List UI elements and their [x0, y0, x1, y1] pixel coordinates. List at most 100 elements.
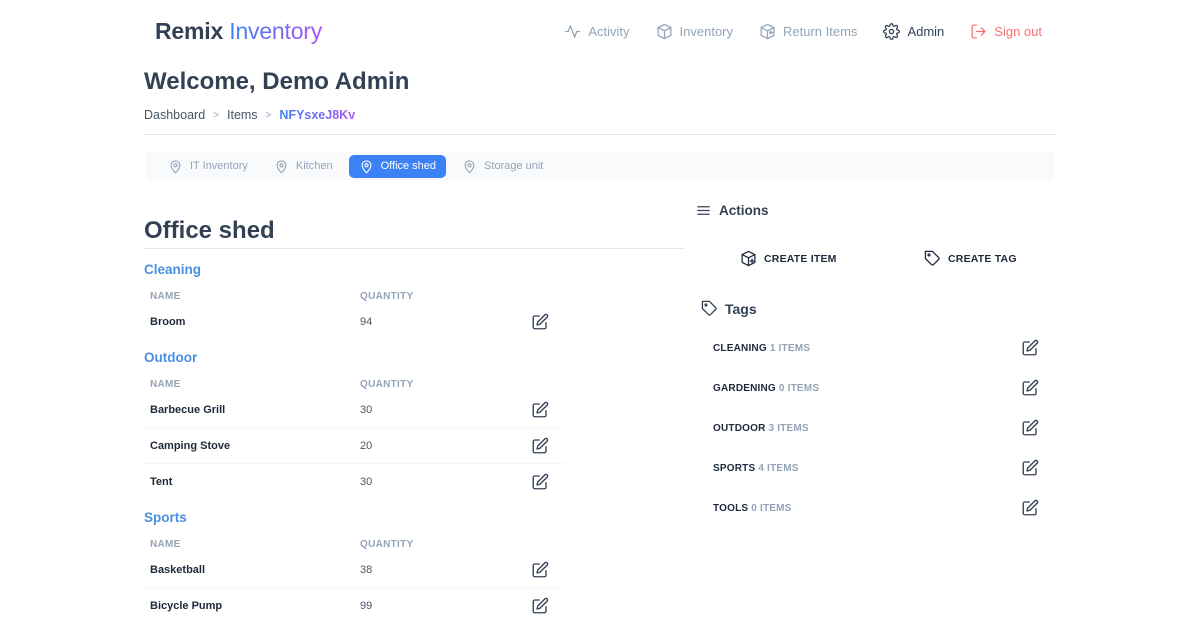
edit-icon[interactable]	[531, 437, 549, 455]
edit-icon[interactable]	[531, 561, 549, 579]
table-row: Tent 30	[144, 464, 564, 500]
tag-entry[interactable]: OUTDOOR 3 ITEMS	[713, 423, 809, 434]
tag-name: OUTDOOR	[713, 422, 766, 434]
tag-row: OUTDOOR 3 ITEMS	[713, 408, 1039, 448]
item-name[interactable]: Bicycle Pump	[144, 600, 360, 612]
location-tab-it-inventory[interactable]: IT Inventory	[158, 155, 258, 178]
location-tab-office-shed[interactable]: Office shed	[348, 154, 447, 178]
category-title[interactable]: Sports	[144, 510, 564, 532]
edit-icon[interactable]	[531, 597, 549, 615]
create-item-button[interactable]: CREATE ITEM	[740, 250, 837, 267]
menu-icon	[697, 206, 710, 215]
table-row: Camping Stove 20	[144, 428, 564, 464]
actions-title: Actions	[719, 203, 769, 218]
column-name: NAME	[150, 291, 181, 302]
item-quantity: 99	[360, 600, 373, 612]
location-tab-kitchen[interactable]: Kitchen	[264, 155, 343, 178]
map-pin-icon	[464, 159, 475, 174]
nav-sign-out[interactable]: Sign out	[970, 23, 1042, 40]
nav-inventory-label: Inventory	[679, 24, 734, 39]
actions-heading: Actions	[696, 203, 769, 218]
nav-return-items-label: Return Items	[783, 24, 858, 39]
location-title-divider	[144, 248, 684, 249]
box-return-icon	[760, 23, 775, 40]
category-sports: Sports NAME QUANTITY Basketball 38 Bicyc…	[144, 510, 564, 624]
sign-out-icon	[971, 24, 986, 39]
tag-name: GARDENING	[713, 382, 776, 394]
breadcrumb-separator: >	[265, 109, 272, 121]
tag-icon	[924, 250, 940, 266]
tags-title: Tags	[725, 300, 757, 317]
column-name: NAME	[150, 539, 181, 550]
items-by-category: Cleaning NAME QUANTITY Broom 94 Outdoor …	[144, 262, 564, 624]
edit-icon[interactable]	[1021, 459, 1039, 477]
edit-icon[interactable]	[1021, 419, 1039, 437]
breadcrumb-items[interactable]: Items	[227, 108, 258, 122]
item-name[interactable]: Barbecue Grill	[144, 404, 360, 416]
tag-entry[interactable]: SPORTS 4 ITEMS	[713, 463, 799, 474]
table-header: NAME QUANTITY	[144, 532, 564, 552]
brand-part-2: Inventory	[229, 18, 323, 44]
nav-activity[interactable]: Activity	[564, 23, 630, 40]
map-pin-icon	[361, 159, 372, 174]
box-icon	[657, 23, 672, 40]
location-tab-label: Office shed	[380, 160, 437, 172]
map-pin-icon	[276, 159, 287, 174]
breadcrumb-separator: >	[213, 109, 219, 121]
edit-icon[interactable]	[1021, 379, 1039, 397]
item-name[interactable]: Basketball	[144, 564, 360, 576]
category-title[interactable]: Outdoor	[144, 350, 564, 372]
table-header: NAME QUANTITY	[144, 372, 564, 392]
location-tab-storage-unit[interactable]: Storage unit	[452, 155, 553, 178]
category-title[interactable]: Cleaning	[144, 262, 564, 284]
tag-count: 4 ITEMS	[758, 462, 799, 474]
map-pin-icon	[170, 159, 181, 174]
tag-count: 0 ITEMS	[778, 382, 820, 394]
nav-inventory[interactable]: Inventory	[656, 23, 733, 40]
brand-logo[interactable]: Remix Inventory	[155, 18, 322, 45]
tag-row: GARDENING 0 ITEMS	[713, 368, 1039, 408]
tag-name: CLEANING	[713, 342, 767, 354]
tag-name: SPORTS	[713, 462, 756, 474]
item-quantity: 30	[360, 403, 373, 416]
category-outdoor: Outdoor NAME QUANTITY Barbecue Grill 30 …	[144, 350, 564, 500]
edit-icon[interactable]	[531, 473, 549, 491]
category-cleaning: Cleaning NAME QUANTITY Broom 94	[144, 262, 564, 340]
item-quantity: 38	[360, 563, 373, 576]
tag-row: SPORTS 4 ITEMS	[713, 448, 1039, 488]
tag-entry[interactable]: GARDENING 0 ITEMS	[713, 383, 819, 394]
column-name: NAME	[150, 379, 181, 390]
item-name[interactable]: Broom	[144, 316, 360, 328]
location-tab-label: Storage unit	[484, 160, 544, 172]
edit-icon[interactable]	[531, 401, 549, 419]
location-tab-label: IT Inventory	[190, 160, 248, 172]
edit-icon[interactable]	[1021, 499, 1039, 517]
location-tab-label: Kitchen	[295, 160, 333, 172]
welcome-heading: Welcome, Demo Admin	[144, 68, 410, 95]
item-name[interactable]: Camping Stove	[144, 440, 360, 452]
item-quantity: 94	[360, 316, 373, 328]
create-item-label: CREATE ITEM	[764, 252, 837, 265]
brand-part-1: Remix	[155, 18, 224, 44]
item-quantity: 30	[360, 476, 373, 488]
box-plus-icon	[741, 250, 756, 267]
column-quantity: QUANTITY	[360, 379, 414, 390]
nav-return-items[interactable]: Return Items	[759, 23, 857, 40]
tag-entry[interactable]: TOOLS 0 ITEMS	[713, 503, 792, 514]
activity-icon	[565, 25, 581, 38]
tag-count: 3 ITEMS	[768, 422, 809, 434]
edit-icon[interactable]	[1021, 339, 1039, 357]
tag-list: CLEANING 1 ITEMS GARDENING 0 ITEMS OUTDO…	[713, 328, 1039, 528]
breadcrumb: Dashboard > Items > NFYsxeJ8Kv	[144, 108, 355, 122]
column-quantity: QUANTITY	[360, 291, 414, 302]
breadcrumb-dashboard[interactable]: Dashboard	[144, 108, 205, 122]
table-row: Barbecue Grill 30	[144, 392, 564, 428]
edit-icon[interactable]	[531, 313, 549, 331]
column-quantity: QUANTITY	[360, 539, 414, 550]
tag-entry[interactable]: CLEANING 1 ITEMS	[713, 343, 810, 354]
header-divider	[144, 134, 1056, 135]
nav-admin[interactable]: Admin	[883, 23, 944, 40]
create-tag-button[interactable]: CREATE TAG	[924, 250, 1017, 267]
item-name[interactable]: Tent	[144, 476, 360, 488]
tag-count: 1 ITEMS	[769, 342, 811, 354]
